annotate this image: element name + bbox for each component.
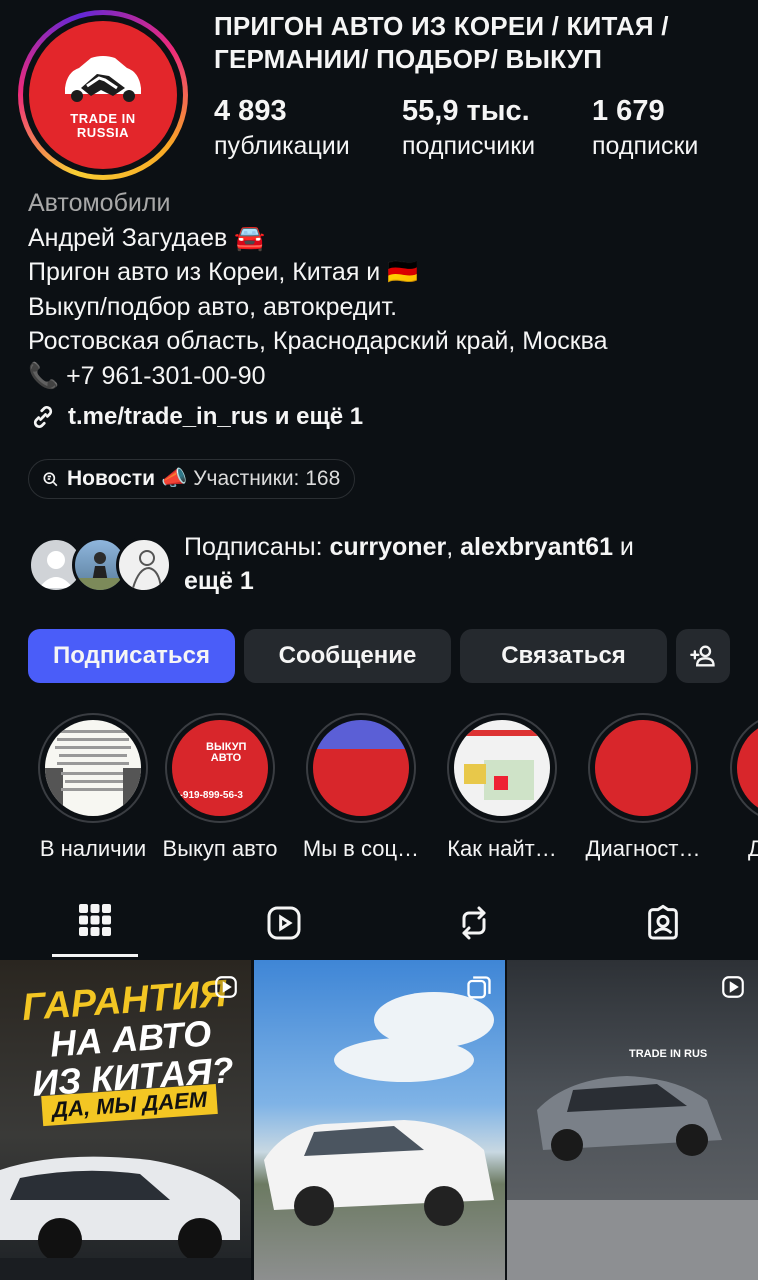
repost-icon <box>462 906 486 940</box>
stat-posts-value: 4 893 <box>214 95 287 127</box>
suv-photo <box>264 992 494 1226</box>
highlight-item[interactable]: Как найт… <box>432 713 572 862</box>
highlight-thumbnail <box>737 720 758 816</box>
profile-avatar[interactable]: TRADE IN RUSSIA <box>18 10 188 180</box>
sedan-photo <box>507 1076 758 1280</box>
tab-reposts[interactable] <box>379 893 569 959</box>
post-thumbnail[interactable]: TRADE IN RUS <box>507 960 758 1280</box>
highlight-thumbnail <box>454 720 550 816</box>
highlight-ring <box>306 713 416 823</box>
add-person-icon <box>690 645 715 667</box>
stat-following[interactable]: 1 679 подписки <box>592 94 698 162</box>
tab-tagged[interactable] <box>569 893 758 959</box>
avatar-brand-text: TRADE IN RUSSIA <box>70 111 136 140</box>
broadcast-channel-pill[interactable]: Новости 📣 Участники: 168 <box>28 459 356 499</box>
tab-posts-grid[interactable] <box>0 893 190 959</box>
highlight-label: Мы в соц… <box>302 836 420 861</box>
reels-icon <box>267 906 301 940</box>
channel-members: Участники: 168 <box>193 467 341 490</box>
link-text: t.me/trade_in_rus и ещё 1 <box>68 403 364 430</box>
handshake-car-icon <box>65 56 141 102</box>
post-thumbnail[interactable]: ГАРАНТИЯ НА АВТО ИЗ КИТАЯ? ДА, МЫ ДАЕМ <box>0 960 251 1280</box>
grid-icon <box>78 904 111 936</box>
text-page-icon <box>45 730 141 808</box>
follower-username[interactable]: alexbryant61 <box>460 533 613 561</box>
profile-bio: Автомобили Андрей Загудаев 🚘 Пригон авто… <box>28 186 748 393</box>
highlight-title: ВЫКУП АВТО <box>206 741 247 764</box>
megaphone-icon: 📣 <box>161 467 188 490</box>
profile-link[interactable]: t.me/trade_in_rus и ещё 1 <box>28 402 363 432</box>
profile-actions: Подписаться Сообщение Связаться <box>28 629 730 683</box>
bio-line: Андрей Загудаев 🚘 <box>28 223 266 252</box>
highlight-thumbnail <box>595 720 691 816</box>
stat-following-label: подписки <box>592 132 699 160</box>
follower-avatar <box>116 537 172 593</box>
bio-line: Пригон авто из Кореи, Китая и 🇩🇪 <box>28 258 419 286</box>
highlight-ring: ВЫКУП АВТО 8-919-899-56-3 <box>165 713 275 823</box>
highlight-label: Как найт… <box>447 836 557 861</box>
bio-line: Выкуп/подбор авто, автокредит. <box>28 292 398 321</box>
highlight-phone: 8-919-899-56-3 <box>174 790 243 801</box>
stat-followers[interactable]: 55,9 тыс. подписчики <box>402 94 535 162</box>
highlight-item[interactable]: Даё <box>714 713 758 862</box>
contact-button[interactable]: Связаться <box>460 629 667 683</box>
highlight-thumbnail <box>45 720 141 816</box>
bio-phone[interactable]: 📞 +7 961-301-00-90 <box>28 359 748 394</box>
stat-followers-value: 55,9 тыс. <box>402 95 530 127</box>
channel-name: Новости <box>67 467 156 490</box>
story-highlights: В наличии ВЫКУП АВТО 8-919-899-56-3 Выку… <box>0 713 758 863</box>
follower-username[interactable]: curryoner <box>329 533 446 561</box>
message-button[interactable]: Сообщение <box>244 629 451 683</box>
link-icon <box>33 406 53 428</box>
highlight-label: В наличии <box>39 836 147 861</box>
post-thumbnail[interactable] <box>254 960 505 1280</box>
map-screenshot-icon <box>454 730 550 800</box>
highlight-thumbnail <box>313 720 409 816</box>
reel-badge-icon <box>722 976 744 998</box>
suggest-people-button[interactable] <box>676 629 730 683</box>
highlight-item[interactable]: ВЫКУП АВТО 8-919-899-56-3 Выкуп авто <box>150 713 290 862</box>
separator: , <box>446 533 461 561</box>
highlight-label: Диагност… <box>585 836 701 861</box>
carousel-badge-icon <box>467 976 491 999</box>
followed-prefix: Подписаны: <box>184 533 330 561</box>
follow-button[interactable]: Подписаться <box>28 629 235 683</box>
highlight-ring <box>38 713 148 823</box>
tagged-user-icon <box>648 904 679 940</box>
stat-posts-label: публикации <box>214 132 350 160</box>
cars-photo <box>0 1156 251 1280</box>
stat-posts[interactable]: 4 893 публикации <box>214 94 350 162</box>
highlight-item[interactable]: Мы в соц… <box>291 713 431 862</box>
channel-icon <box>43 472 58 487</box>
highlight-ring <box>730 713 758 823</box>
avatar-logo: TRADE IN RUSSIA <box>29 21 177 169</box>
stat-following-value: 1 679 <box>592 95 665 127</box>
followed-more[interactable]: ещё 1 <box>184 567 254 595</box>
highlight-ring <box>588 713 698 823</box>
highlight-ring <box>447 713 557 823</box>
highlight-thumbnail: ВЫКУП АВТО 8-919-899-56-3 <box>172 720 268 816</box>
profile-name: ПРИГОН АВТО ИЗ КОРЕИ / КИТАЯ / ГЕРМАНИИ/… <box>214 11 669 74</box>
followed-by-text: Подписаны: curryoner, alexbryant61 и ещё… <box>184 530 724 598</box>
reel-badge-icon <box>215 976 237 998</box>
person-sketch-icon <box>132 550 162 589</box>
tab-reels[interactable] <box>190 893 380 959</box>
highlight-item[interactable]: В наличии <box>23 713 163 862</box>
highlight-label: Выкуп авто <box>162 836 278 861</box>
highlight-label: Даё <box>748 836 758 861</box>
posts-grid: ГАРАНТИЯ НА АВТО ИЗ КИТАЯ? ДА, МЫ ДАЕМ T… <box>0 960 758 1280</box>
highlight-item[interactable]: Диагност… <box>573 713 713 862</box>
showroom-sign: TRADE IN RUS <box>629 1048 708 1060</box>
profile-tabs <box>0 893 758 959</box>
stat-followers-label: подписчики <box>402 132 536 160</box>
profile-category: Автомобили <box>28 189 171 217</box>
bio-line: Ростовская область, Краснодарский край, … <box>28 327 608 355</box>
followed-suffix: и <box>612 533 634 561</box>
